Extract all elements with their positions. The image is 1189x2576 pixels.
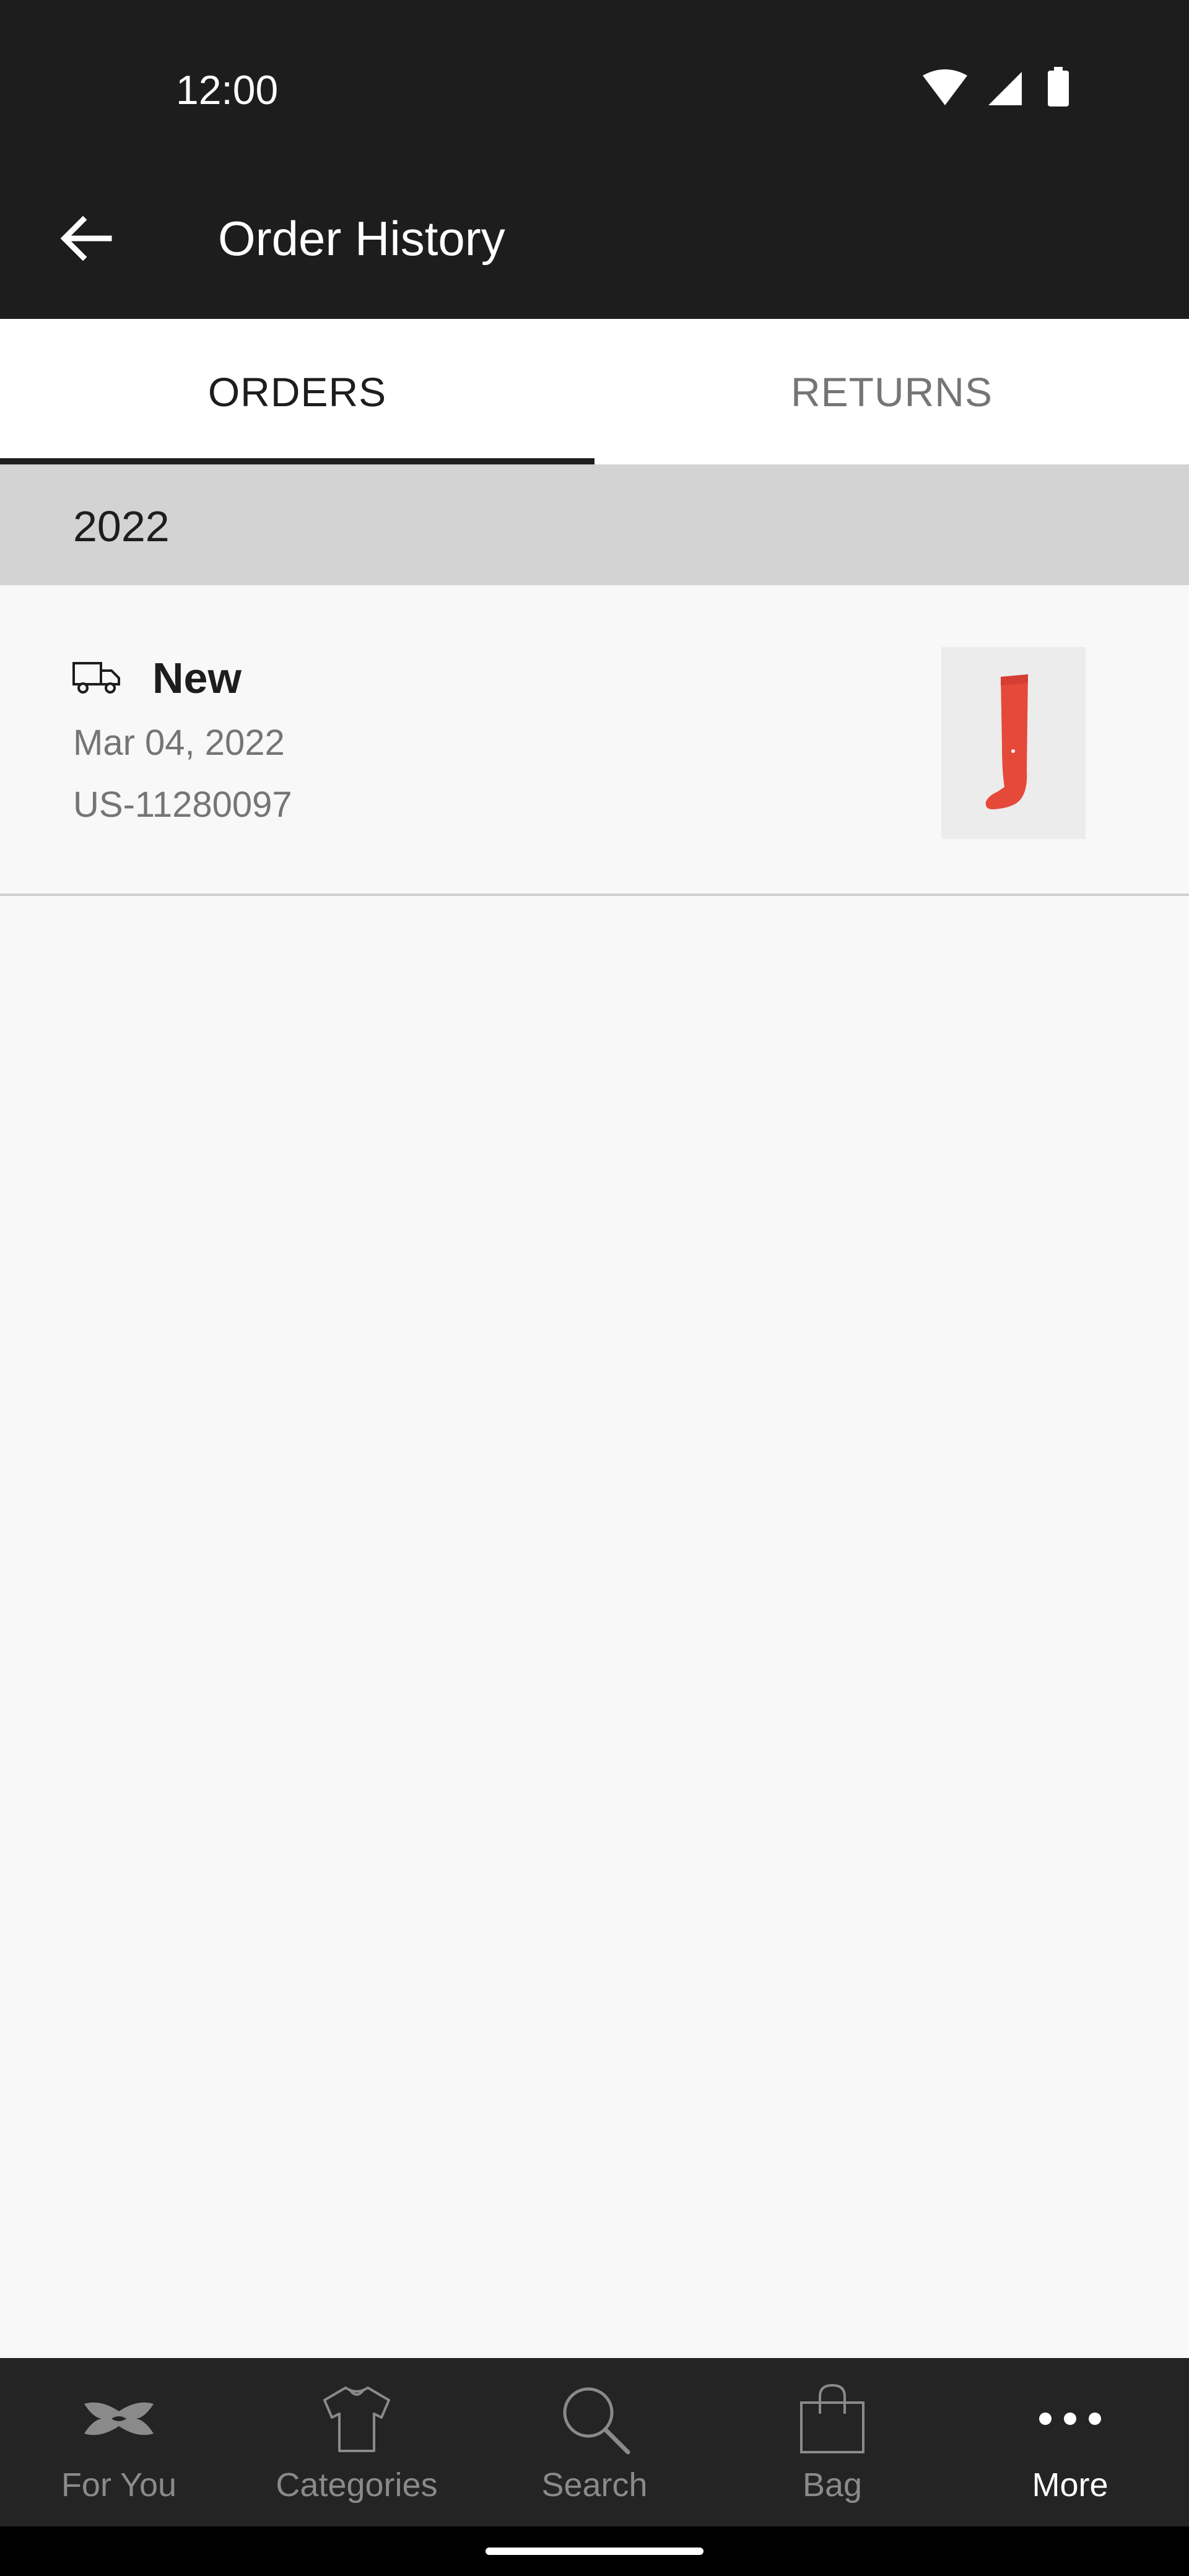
back-arrow-icon[interactable] <box>52 204 120 272</box>
nav-item-categories[interactable]: Categories <box>238 2358 476 2526</box>
sock-image <box>985 674 1028 809</box>
battery-icon <box>1048 67 1069 107</box>
tab-orders[interactable]: ORDERS <box>0 319 594 464</box>
product-thumbnail[interactable] <box>941 647 1086 839</box>
more-icon <box>1033 2382 1107 2456</box>
wifi-icon <box>923 69 967 105</box>
shirt-icon <box>320 2382 394 2456</box>
brand-logo-icon <box>82 2382 156 2456</box>
tab-selected-indicator <box>0 458 594 464</box>
nav-label: Bag <box>802 2466 863 2504</box>
status-time: 12:00 <box>176 67 279 113</box>
nav-item-search[interactable]: Search <box>476 2358 713 2526</box>
order-status: New <box>152 654 242 702</box>
year-label: 2022 <box>73 502 170 550</box>
status-icons <box>919 67 1105 111</box>
app-bar: Order History <box>0 180 1189 319</box>
nav-label: Search <box>541 2466 648 2504</box>
delivery-truck-icon <box>72 659 121 697</box>
nav-label: Categories <box>276 2466 438 2504</box>
tab-bar: ORDERS RETURNS <box>0 319 1189 464</box>
nav-label: More <box>1032 2466 1108 2504</box>
bottom-navigation: For You Categories Search Bag More <box>0 2358 1189 2526</box>
bag-icon <box>795 2382 869 2456</box>
search-icon <box>557 2382 632 2456</box>
nav-item-bag[interactable]: Bag <box>713 2358 951 2526</box>
nav-item-for-you[interactable]: For You <box>0 2358 238 2526</box>
year-section-header: 2022 <box>0 464 1189 585</box>
order-list-item[interactable]: New Mar 04, 2022 US-11280097 <box>0 585 1189 896</box>
order-number: US-11280097 <box>73 785 292 825</box>
tab-returns[interactable]: RETURNS <box>594 319 1189 464</box>
gesture-navigation-bar <box>0 2526 1189 2576</box>
signal-icon <box>988 72 1022 105</box>
nav-item-more[interactable]: More <box>951 2358 1189 2526</box>
order-date: Mar 04, 2022 <box>73 723 285 763</box>
home-gesture-handle[interactable] <box>486 2548 703 2555</box>
page-title: Order History <box>218 211 505 266</box>
status-bar: 12:00 <box>0 0 1189 180</box>
nav-label: For You <box>61 2466 177 2504</box>
